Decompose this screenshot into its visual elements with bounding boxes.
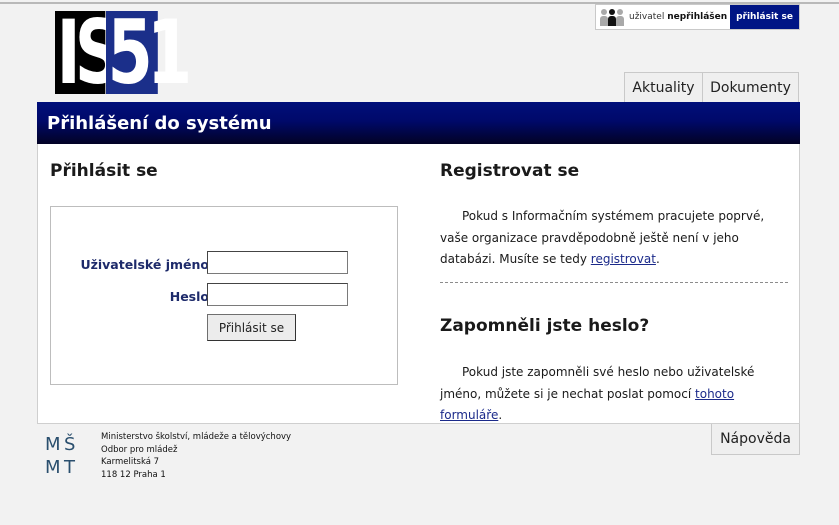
forgot-heading: Zapomněli jste heslo?: [440, 316, 650, 336]
user-status: uživatel nepřihlášen: [596, 5, 730, 29]
logo-is: IS: [55, 1, 122, 104]
main-panel: Přihlásit se Uživatelské jméno Heslo Při…: [37, 144, 800, 424]
forgot-text: Pokud jste zapomněli své heslo nebo uživ…: [440, 362, 788, 427]
register-text: Pokud s Informačním systémem pracujete p…: [440, 206, 788, 271]
login-heading: Přihlásit se: [50, 161, 158, 181]
tab-dokumenty[interactable]: Dokumenty: [702, 72, 799, 102]
section-divider: [440, 282, 788, 283]
username-label: Uživatelské jméno: [80, 257, 209, 272]
login-submit-button[interactable]: Přihlásit se: [207, 314, 296, 341]
ministry-line: 118 12 Praha 1: [101, 469, 166, 480]
ministry-line: Odbor pro mládež: [101, 444, 178, 455]
msmt-logo: M Š M T: [45, 433, 76, 476]
register-link[interactable]: registrovat: [591, 252, 656, 266]
login-link[interactable]: přihlásit se: [730, 5, 799, 29]
tab-aktuality[interactable]: Aktuality: [624, 72, 703, 102]
help-button[interactable]: Nápověda: [711, 424, 800, 455]
login-form: Uživatelské jméno Heslo Přihlásit se: [50, 206, 398, 385]
username-input[interactable]: [207, 251, 348, 274]
msmt-letter-2: Š: [64, 433, 75, 455]
ministry-line: Karmelitská 7: [101, 457, 160, 467]
msmt-letter-3: M: [45, 457, 61, 476]
is51-logo: IS 51: [55, 1, 192, 104]
status-prefix: uživatel: [629, 12, 665, 22]
ministry-address: Ministerstvo školství, mládeže a tělovýc…: [101, 431, 291, 481]
register-heading: Registrovat se: [440, 161, 580, 181]
msmt-letter-4: T: [63, 457, 76, 476]
msmt-letter-1: M: [45, 434, 61, 455]
users-icon: [600, 8, 624, 26]
page-title: Přihlášení do systému: [37, 102, 800, 144]
status-value: nepřihlášen: [667, 12, 728, 22]
register-end: .: [655, 252, 660, 266]
password-label: Heslo: [169, 289, 209, 304]
forgot-end: .: [498, 408, 503, 422]
logo-51: 51: [106, 1, 192, 104]
ministry-line: Ministerstvo školství, mládeže a tělovýc…: [101, 432, 292, 442]
user-box: uživatel nepřihlášen přihlásit se: [595, 4, 800, 30]
nav-tabs: Aktuality Dokumenty: [624, 72, 799, 102]
password-input[interactable]: [207, 283, 348, 306]
